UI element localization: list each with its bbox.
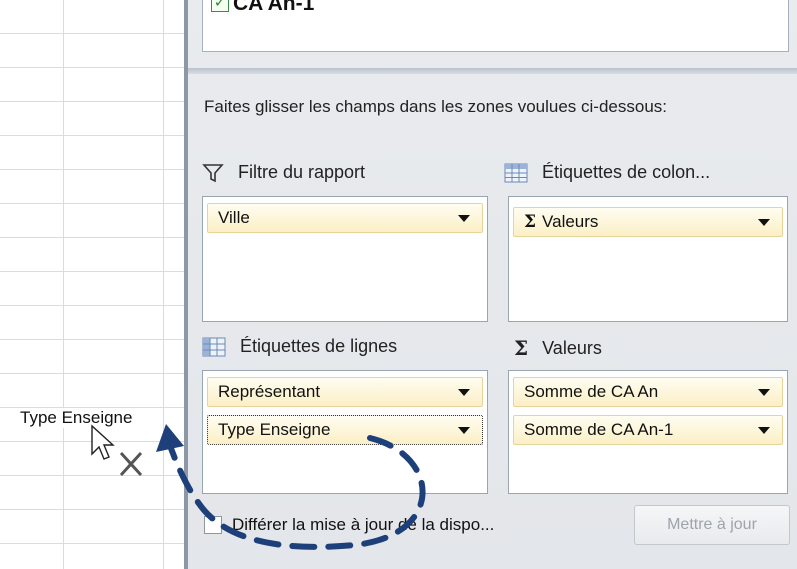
panel-splitter[interactable] xyxy=(188,68,797,74)
field-chip-somme-ca-an[interactable]: Somme de CA An xyxy=(513,377,783,407)
field-checkbox[interactable]: ✓ xyxy=(211,0,229,12)
sigma-icon: Σ xyxy=(524,212,537,232)
zone-header-values: Σ Valeurs xyxy=(514,336,602,360)
filter-funnel-icon xyxy=(202,163,224,183)
table-grid-icon xyxy=(504,163,528,183)
field-chip-valeurs[interactable]: Σ Valeurs xyxy=(513,207,783,237)
zone-box-row-labels[interactable]: Représentant Type Enseigne xyxy=(202,370,488,494)
chevron-down-icon[interactable] xyxy=(458,215,470,222)
table-grid-icon xyxy=(202,337,226,357)
zone-header-column-labels: Étiquettes de colon... xyxy=(504,162,710,183)
zone-title-report-filter: Filtre du rapport xyxy=(238,162,366,182)
defer-update-checkbox[interactable] xyxy=(204,516,222,534)
zone-box-values[interactable]: Somme de CA An Somme de CA An-1 xyxy=(508,370,788,494)
field-list-box[interactable]: ✓ CA An-1 xyxy=(202,0,789,52)
defer-update-label: Différer la mise à jour de la dispo... xyxy=(232,515,495,534)
zone-box-report-filter[interactable]: Ville xyxy=(202,196,488,322)
chip-label: Ville xyxy=(218,208,250,227)
spreadsheet-grid[interactable] xyxy=(0,0,184,569)
drag-instructions: Faites glisser les champs dans les zones… xyxy=(204,97,667,116)
chip-label: Type Enseigne xyxy=(218,420,331,439)
zone-header-row-labels: Étiquettes de lignes xyxy=(202,336,397,357)
field-chip-ville[interactable]: Ville xyxy=(207,203,483,233)
sigma-icon: Σ xyxy=(514,336,529,360)
chevron-down-icon[interactable] xyxy=(758,219,770,226)
zone-box-column-labels[interactable]: Σ Valeurs xyxy=(508,196,788,322)
zone-title-column-labels: Étiquettes de colon... xyxy=(542,162,711,182)
dragged-field-label: Type Enseigne xyxy=(18,408,135,428)
chip-label: Somme de CA An xyxy=(524,382,659,401)
pivot-field-list-panel: ✓ CA An-1 Faites glisser les champs dans… xyxy=(184,0,797,569)
chevron-down-icon[interactable] xyxy=(758,427,770,434)
zone-header-report-filter: Filtre du rapport xyxy=(202,162,365,183)
chevron-down-icon[interactable] xyxy=(458,427,470,434)
field-name-label: CA An-1 xyxy=(233,0,315,15)
chevron-down-icon[interactable] xyxy=(458,389,470,396)
zone-title-values: Valeurs xyxy=(542,337,602,358)
chip-label: Valeurs xyxy=(542,212,599,231)
zone-title-row-labels: Étiquettes de lignes xyxy=(240,336,398,356)
chip-label: Somme de CA An-1 xyxy=(524,420,674,439)
field-chip-somme-ca-an-1[interactable]: Somme de CA An-1 xyxy=(513,415,783,445)
field-chip-representant[interactable]: Représentant xyxy=(207,377,483,407)
chip-label: Représentant xyxy=(218,382,321,401)
field-chip-type-enseigne[interactable]: Type Enseigne xyxy=(207,415,483,445)
chevron-down-icon[interactable] xyxy=(758,389,770,396)
update-button[interactable]: Mettre à jour xyxy=(634,505,790,545)
